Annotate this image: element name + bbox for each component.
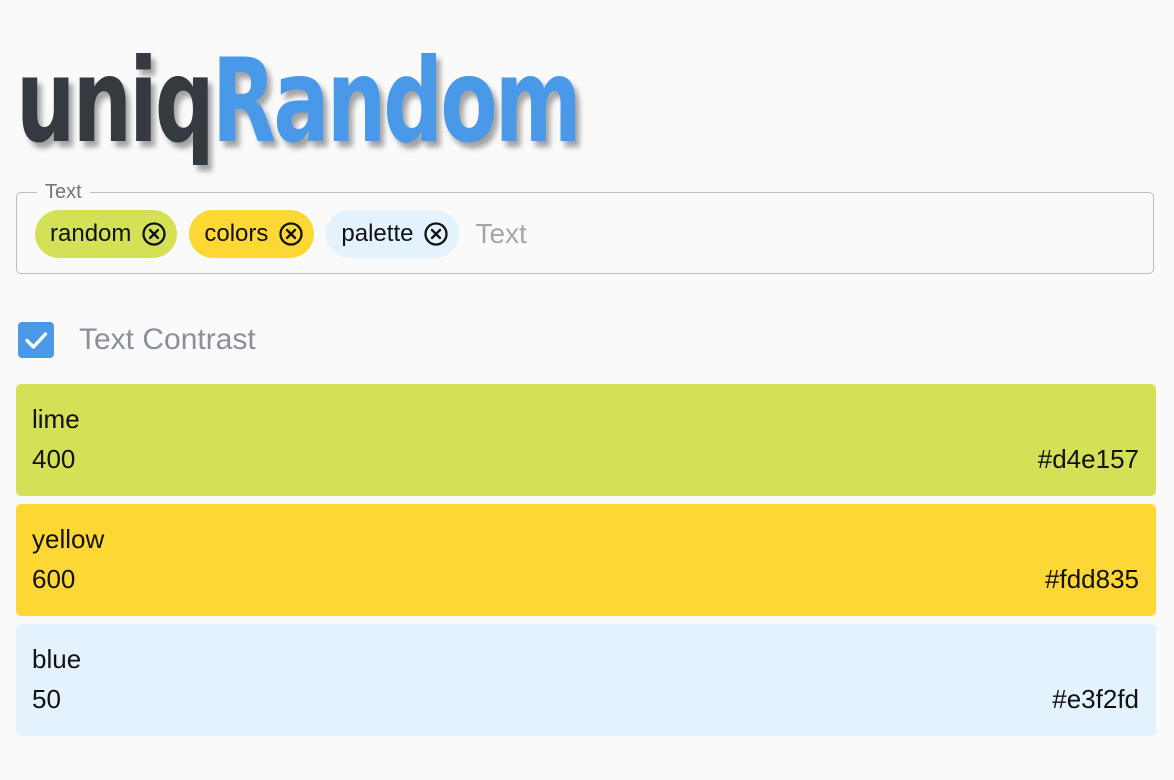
color-name: lime — [32, 404, 80, 434]
chip-palette[interactable]: palette — [326, 210, 460, 258]
color-hex: #fdd835 — [1045, 564, 1139, 594]
chip-colors[interactable]: colors — [189, 210, 315, 258]
color-card-blue[interactable]: blue 50 #e3f2fd — [16, 624, 1156, 736]
text-contrast-option[interactable]: Text Contrast — [18, 322, 256, 358]
text-field-legend: Text — [37, 180, 90, 204]
color-shade: 400 — [32, 444, 76, 474]
close-circle-icon[interactable] — [141, 221, 167, 247]
color-name: blue — [32, 644, 82, 674]
text-contrast-label: Text Contrast — [79, 323, 256, 356]
color-hex: #e3f2fd — [1052, 684, 1139, 714]
chip-label: colors — [204, 220, 269, 247]
color-card-yellow[interactable]: yellow 600 #fdd835 — [16, 504, 1156, 616]
color-hex: #d4e157 — [1037, 444, 1139, 474]
close-circle-icon[interactable] — [278, 221, 304, 247]
color-card-list: lime 400 #d4e157 yellow 600 #fdd835 blue… — [16, 384, 1156, 744]
page: uniqRandom Text random colors palette Te… — [0, 0, 1174, 780]
app-logo: uniqRandom — [16, 40, 582, 180]
chip-list: random colors palette — [35, 210, 880, 258]
color-card-lime[interactable]: lime 400 #d4e157 — [16, 384, 1156, 496]
checkmark-icon — [25, 332, 48, 349]
chip-label: random — [50, 220, 132, 247]
color-shade: 50 — [32, 684, 61, 714]
chip-label: palette — [341, 220, 414, 247]
logo-part-random: Random — [211, 34, 582, 169]
logo-part-uniq: uniq — [16, 34, 215, 169]
color-name: yellow — [32, 524, 105, 554]
close-circle-icon[interactable] — [423, 221, 449, 247]
color-shade: 600 — [32, 564, 76, 594]
text-contrast-checkbox[interactable] — [18, 322, 54, 358]
tags-text-field[interactable]: Text random colors palette — [16, 180, 1154, 274]
text-input[interactable] — [471, 214, 880, 254]
chip-random[interactable]: random — [35, 210, 178, 258]
